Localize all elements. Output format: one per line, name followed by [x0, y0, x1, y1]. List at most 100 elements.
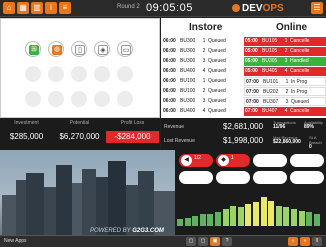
order-time: 06:00 [163, 78, 176, 84]
order-status: Queued [208, 108, 226, 114]
instore-order-row[interactable]: 06:00 BU300 3 Queued [163, 57, 239, 66]
incident-slot[interactable] [253, 171, 287, 184]
back-icon[interactable]: « [288, 237, 298, 246]
order-n: 1 [285, 79, 289, 85]
service-circle[interactable]: ▭ [117, 41, 133, 57]
online-order-row[interactable]: 05:00 BU405 4 Cancelle [244, 67, 326, 76]
square-icon[interactable]: ▣ [210, 237, 220, 246]
service-icon: ▯ [75, 45, 85, 55]
order-time: 06:00 [163, 98, 176, 104]
incident-slot[interactable] [290, 154, 324, 167]
order-n: 2 [284, 48, 288, 54]
order-time: 06:00 [163, 68, 176, 74]
taskbar-label[interactable]: New Apps [4, 238, 27, 244]
incident-slot[interactable] [179, 171, 213, 184]
empty-slot [94, 66, 110, 82]
order-n: 3 [202, 98, 206, 104]
order-n: 4 [202, 108, 206, 114]
revenue-strip: Revenue $2,681,000 Lost Revenue $1,998,0… [161, 118, 326, 150]
chart-bar [283, 207, 290, 226]
megaphone-icon: ◀ [181, 155, 192, 166]
taskbar: New Apps ▢ ▢ ▣ ? « » ‖ [0, 235, 326, 247]
service-circle[interactable]: ◈ [94, 41, 110, 57]
order-bu: BU105 [262, 48, 278, 54]
incident-slot[interactable]: ◆ 1 [216, 154, 250, 167]
order-n: 2 [202, 88, 206, 94]
order-n: 3 [202, 58, 206, 64]
online-order-row[interactable]: 05:00 BU305 3 Handled [244, 57, 326, 66]
max-revenue-stat: Max Revenue $22,860,000 [273, 135, 301, 145]
grid-icon[interactable]: ▦ [17, 2, 29, 14]
order-n: 2 [285, 89, 289, 95]
incident-slot[interactable] [253, 154, 287, 167]
order-time: 05:00 [245, 48, 258, 54]
availability-chart [177, 192, 323, 226]
info-icon[interactable]: i [45, 2, 57, 14]
empty-slot [94, 91, 110, 107]
chart-bar [184, 217, 191, 226]
order-time: 05:00 [245, 68, 258, 74]
incident-slot[interactable]: ◀ 1/2 [179, 154, 213, 167]
order-time: 06:00 [163, 38, 176, 44]
instore-order-row[interactable]: 06:00 BU300 1 Queued [163, 37, 239, 46]
chart-bar [230, 205, 237, 226]
chart-bar [291, 209, 297, 226]
order-bu: BU300 [180, 98, 196, 104]
online-order-row[interactable]: 07:00 BU407 4 Cancelle [244, 107, 326, 116]
empty-slot [25, 91, 41, 107]
chart-bar [207, 214, 214, 226]
chart-bar [253, 202, 259, 226]
slot-count: 1 [231, 155, 234, 161]
chart-icon[interactable]: ▥ [31, 2, 43, 14]
order-bu: BU400 [180, 108, 196, 114]
instore-order-row[interactable]: 06:00 BU300 3 Queued [163, 97, 239, 106]
service-icon: ◍ [52, 45, 62, 55]
home-icon[interactable]: ⌂ [3, 2, 15, 14]
online-order-row[interactable]: 05:00 BU105 2 Cancelle [244, 47, 326, 56]
lost-revenue-label: Lost Revenue [164, 138, 195, 144]
list-icon[interactable]: ≡ [59, 2, 71, 14]
order-status: In Prog [291, 89, 308, 95]
service-icon: ▭ [121, 45, 131, 55]
order-time: 07:00 [245, 108, 258, 114]
service-circle[interactable]: ◍ [48, 41, 64, 57]
investment-value: $285,000 [9, 132, 44, 141]
chart-bar [260, 197, 267, 226]
pause-icon[interactable]: ‖ [312, 237, 322, 246]
order-status: Cancelle [290, 38, 310, 44]
chart-bar [222, 209, 229, 226]
instore-order-row[interactable]: 06:00 BU100 1 Queued [163, 77, 239, 86]
instore-order-row[interactable]: 06:00 BU100 2 Queued [163, 87, 239, 96]
empty-slot [117, 91, 133, 107]
instore-order-row[interactable]: 06:00 BU400 4 Queued [163, 67, 239, 76]
order-n: 4 [202, 68, 206, 74]
order-time: 06:00 [163, 58, 176, 64]
square-icon[interactable]: ▢ [186, 237, 196, 246]
order-bu: BU300 [180, 58, 196, 64]
order-bu: BU400 [180, 68, 196, 74]
order-bu: BU300 [180, 38, 196, 44]
incident-slot[interactable] [216, 171, 250, 184]
online-order-row[interactable]: 07:00 BU202 2 In Prog [244, 87, 326, 96]
forward-icon[interactable]: » [300, 237, 310, 246]
online-order-row[interactable]: 07:00 BU307 3 Queued [244, 97, 326, 106]
service-circle[interactable]: ▯ [71, 41, 87, 57]
order-status: Cancelle [290, 48, 310, 54]
order-n: 3 [285, 99, 289, 105]
service-circle[interactable]: ⊞ [25, 41, 41, 57]
empty-slot [117, 66, 133, 82]
chart-bar [306, 212, 313, 226]
devops-logo: DEVOPS [232, 3, 284, 14]
order-status: Cancelle [290, 68, 310, 74]
incident-slot[interactable] [290, 171, 324, 184]
help-icon[interactable]: ? [222, 237, 232, 246]
order-bu: BU100 [180, 88, 196, 94]
square-icon[interactable]: ▢ [198, 237, 208, 246]
online-order-row[interactable]: 05:00 BU105 1 Cancelle [244, 37, 326, 46]
order-time: 06:00 [163, 48, 176, 54]
menu-icon[interactable]: ☰ [311, 2, 323, 14]
order-n: 4 [284, 108, 288, 114]
instore-order-row[interactable]: 06:00 BU300 2 Queued [163, 47, 239, 56]
online-order-row[interactable]: 07:00 BU101 1 In Prog [244, 77, 326, 86]
instore-order-row[interactable]: 06:00 BU400 4 Queued [163, 107, 239, 116]
